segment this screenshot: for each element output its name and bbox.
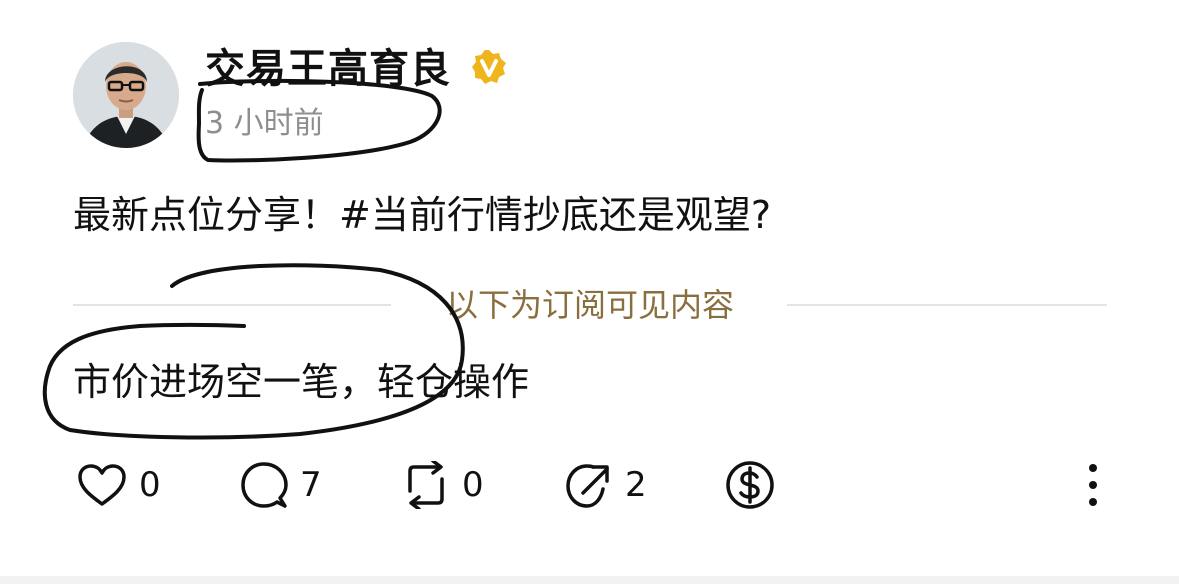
share-count: 2 [625, 465, 647, 505]
comment-count: 7 [300, 465, 322, 505]
comment-button[interactable]: 7 [240, 460, 322, 510]
share-icon [566, 464, 609, 508]
like-button[interactable]: 0 [77, 460, 161, 510]
repost-count: 0 [462, 465, 484, 505]
comment-icon [241, 462, 288, 508]
share-button[interactable]: 2 [565, 460, 647, 510]
post-timestamp: 3 小时前 [205, 106, 324, 141]
author-name[interactable]: 交易王高育良 [205, 44, 451, 94]
verified-badge-icon [472, 50, 506, 84]
more-vertical-icon[interactable] [1080, 460, 1106, 510]
divider-line-right [787, 304, 1107, 306]
subscriber-content-text: 市价进场空一笔，轻仓操作 [73, 360, 530, 404]
post-card: 交易王高育良 3 小时前 最新点位分享！#当前行情抄底还是观望? 以下为订阅可见… [0, 0, 1179, 584]
like-count: 0 [139, 465, 161, 505]
subscriber-divider-label: 以下为订阅可见内容 [445, 286, 734, 324]
tip-button[interactable] [724, 460, 776, 510]
dollar-icon [726, 461, 774, 509]
post-separator [0, 576, 1179, 584]
repost-button[interactable]: 0 [402, 460, 484, 510]
heart-icon [78, 464, 126, 506]
avatar-portrait-icon [73, 42, 179, 148]
post-text: 最新点位分享！#当前行情抄底还是观望? [73, 193, 772, 237]
divider-line-left [73, 304, 391, 306]
repost-icon [408, 461, 444, 509]
author-avatar[interactable] [73, 42, 179, 148]
